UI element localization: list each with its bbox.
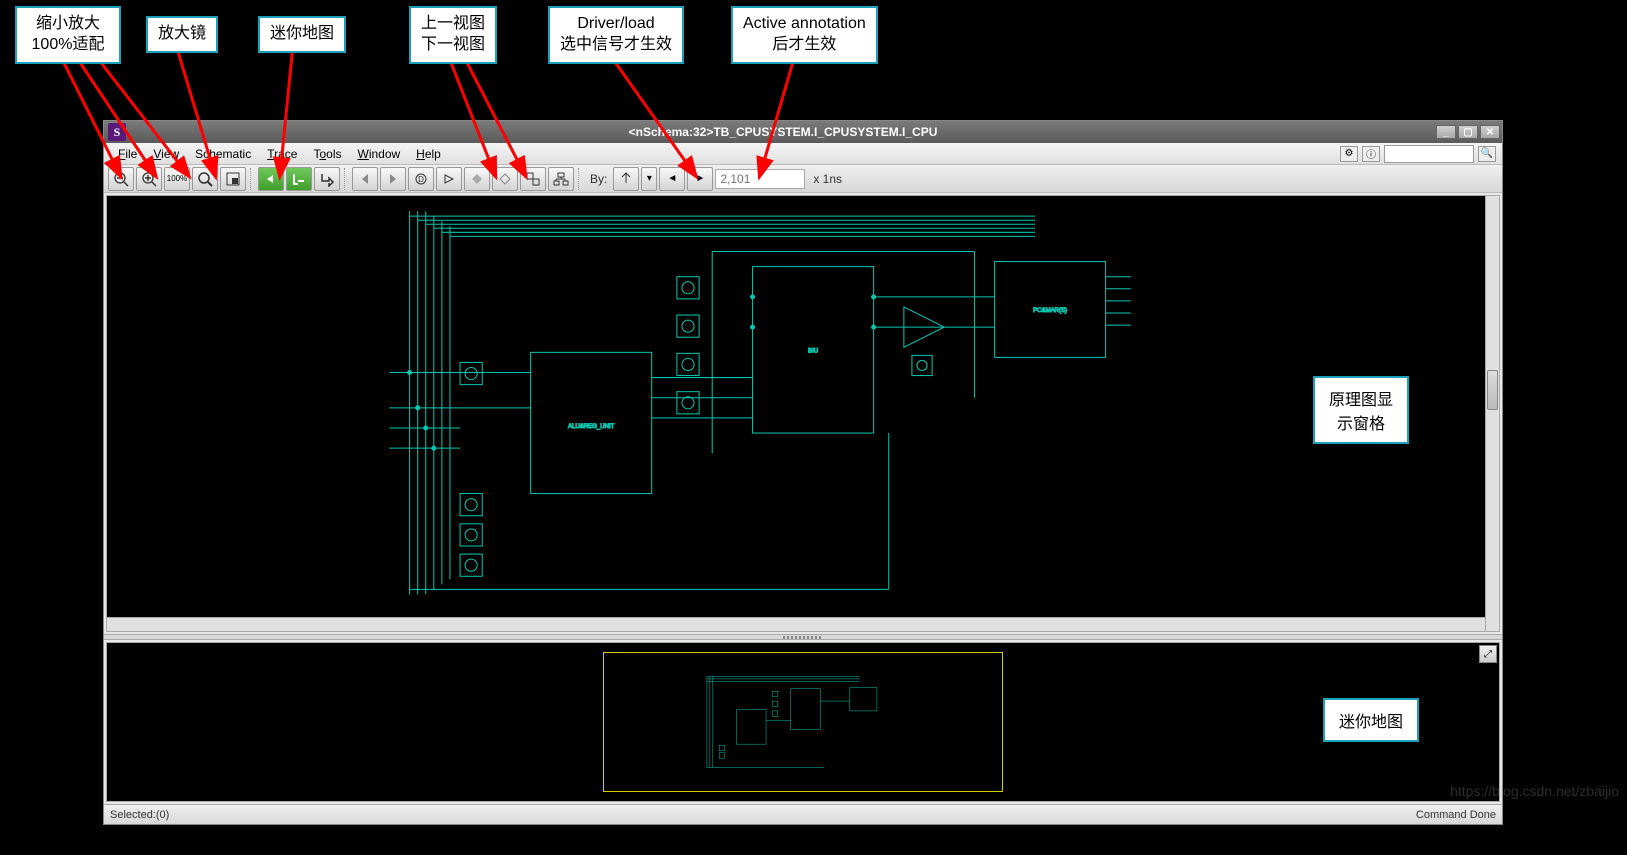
app-icon: S [108,123,126,141]
callout-text: 迷你地图 [1339,714,1403,731]
svg-text:ALU&REG_UNIT: ALU&REG_UNIT [568,424,615,430]
trace-driver-button[interactable]: D [408,167,434,191]
callout-minimap-pane: 迷你地图 [1323,698,1419,742]
nav-down-button[interactable] [286,167,312,191]
callout-text: 选中信号才生效 [560,35,672,56]
callout-text: Driver/load [560,14,672,35]
hier-button[interactable] [548,167,574,191]
schematic-drawing: ALU&REG_UNIT [107,196,1499,610]
step-icon [319,171,335,187]
callout-magnifier: 放大镜 [146,16,218,53]
menubar-right-tools: ⚙ ⓘ 🔍 [1340,145,1496,163]
callout-zoom: 缩小放大 100%适配 [15,6,121,64]
step-fwd-button[interactable]: ► [687,167,713,191]
callout-driver: Driver/load 选中信号才生效 [548,6,684,64]
hierarchy-icon [553,171,569,187]
anno-down-button[interactable] [492,167,518,191]
step-back-button[interactable]: ◄ [659,167,685,191]
gear-icon[interactable]: ⚙ [1340,146,1358,162]
search-input[interactable] [1384,145,1474,163]
dropdown-arrow[interactable]: ▾ [641,167,657,191]
load-icon [441,171,457,187]
callout-text: Active annotation [743,14,866,35]
trace-load-button[interactable] [436,167,462,191]
arrow-left-icon [357,171,373,187]
info-icon[interactable]: ⓘ [1362,146,1380,162]
by-label: By: [586,172,611,186]
zoom-100-button[interactable]: 100% [164,167,190,191]
minimap-toggle-button[interactable] [220,167,246,191]
statusbar: Selected:(0) Command Done [104,804,1502,824]
arrow-right-icon [385,171,401,187]
minimize-button[interactable]: _ [1436,125,1456,139]
menu-help[interactable]: Help [408,145,449,163]
zoom-out-icon [113,171,129,187]
callout-text: 原理图显 [1329,386,1393,410]
nav-step-button[interactable] [314,167,340,191]
callout-schematic-pane: 原理图显 示窗格 [1313,376,1409,444]
callout-text: 后才生效 [743,35,866,56]
annotation-dropdown[interactable] [613,167,639,191]
diamond-down-icon [497,171,513,187]
minimap-pane[interactable]: 迷你地图 ⤢ [106,642,1500,802]
pane-splitter[interactable] [104,634,1502,640]
annotation-icon [618,171,634,187]
titlebar: S <nSchema:32>TB_CPUSYSTEM.I_CPUSYSTEM.I… [104,121,1502,143]
vertical-scrollbar[interactable] [1485,196,1499,631]
menu-view[interactable]: View [145,145,187,163]
close-button[interactable]: ✕ [1480,125,1500,139]
svg-text:BIU: BIU [808,348,818,354]
callout-text: 下一视图 [421,35,485,56]
callout-text: 100%适配 [27,35,109,56]
schematic-pane[interactable]: ALU&REG_UNIT [106,195,1500,632]
menu-trace[interactable]: Trace [259,145,305,163]
arrow-left-up-icon [263,171,279,187]
zoom-in-button[interactable] [136,167,162,191]
next-view-button[interactable] [380,167,406,191]
callout-text: 迷你地图 [270,25,334,42]
app-window: S <nSchema:32>TB_CPUSYSTEM.I_CPUSYSTEM.I… [103,120,1503,825]
hierarchy-down-icon [291,171,307,187]
maximize-button[interactable]: ▢ [1458,125,1478,139]
prev-view-button[interactable] [352,167,378,191]
group-button[interactable] [520,167,546,191]
driver-icon: D [413,171,429,187]
minimap-icon [225,171,241,187]
minimap-viewport[interactable] [603,652,1003,792]
time-input[interactable] [715,169,805,189]
callout-views: 上一视图 下一视图 [409,6,497,64]
svg-text:D: D [418,175,424,184]
menu-tools[interactable]: Tools [305,145,349,163]
toolbar: 100% D [104,165,1502,193]
status-right: Command Done [1416,809,1496,821]
zoom-in-icon [141,171,157,187]
menu-window[interactable]: Window [349,145,408,163]
window-title: <nSchema:32>TB_CPUSYSTEM.I_CPUSYSTEM.I_C… [130,125,1436,139]
window-controls: _ ▢ ✕ [1436,125,1500,139]
callout-annotation: Active annotation 后才生效 [731,6,878,64]
magnifier-button[interactable] [192,167,218,191]
callout-text: 示窗格 [1329,410,1393,434]
menubar: File View Schematic Trace Tools Window H… [104,143,1502,165]
diamond-up-icon [469,171,485,187]
menu-file[interactable]: File [110,145,145,163]
minimap-expand-button[interactable]: ⤢ [1479,645,1497,663]
callout-text: 放大镜 [158,25,206,42]
horizontal-scrollbar[interactable] [107,617,1485,631]
status-left: Selected:(0) [110,809,169,821]
callout-minimap: 迷你地图 [258,16,346,53]
content-area: ALU&REG_UNIT [104,193,1502,804]
callout-text: 缩小放大 [27,14,109,35]
anno-up-button[interactable] [464,167,490,191]
search-icon[interactable]: 🔍 [1478,146,1496,162]
time-unit-label: x 1ns [807,172,848,186]
magnifier-icon [197,171,213,187]
menu-schematic[interactable]: Schematic [187,145,259,163]
group-icon [525,171,541,187]
callout-text: 上一视图 [421,14,485,35]
nav-up-button[interactable] [258,167,284,191]
zoom-out-button[interactable] [108,167,134,191]
svg-text:PC&MAR(S): PC&MAR(S) [1033,308,1067,314]
